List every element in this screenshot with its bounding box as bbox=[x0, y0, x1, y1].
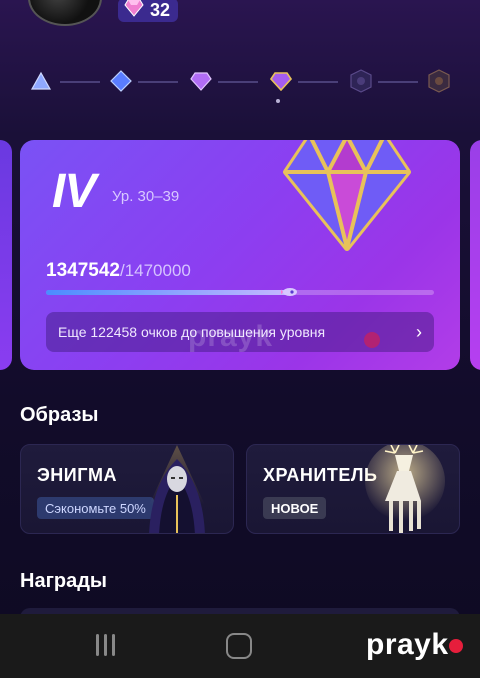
skin-card-enigma[interactable]: ЭНИГМА Сэкономьте 50% bbox=[20, 444, 234, 534]
avatar[interactable] bbox=[28, 0, 102, 26]
gem-icon bbox=[124, 0, 144, 22]
points-progress-bar bbox=[46, 288, 434, 296]
diamond-rank-icon bbox=[283, 140, 411, 251]
skins-title: Образы bbox=[20, 404, 99, 426]
brand-logo: prayk bbox=[366, 628, 449, 661]
watermark-dot bbox=[364, 332, 380, 348]
points-current: 1347542 bbox=[46, 260, 120, 281]
rank-title: IV bbox=[52, 165, 96, 218]
rocket-icon bbox=[281, 288, 298, 296]
home-button[interactable] bbox=[226, 633, 252, 659]
rank-progress-track bbox=[28, 68, 452, 103]
rank-ii-icon[interactable] bbox=[108, 68, 134, 94]
gem-count: 32 bbox=[150, 0, 171, 20]
watermark: prayk bbox=[188, 320, 274, 353]
skin-card-keeper[interactable]: ХРАНИТЕЛЬ НОВОЕ bbox=[246, 444, 460, 534]
new-badge: НОВОЕ bbox=[263, 497, 327, 519]
gem-count-badge[interactable]: 32 bbox=[118, 0, 179, 22]
points-progress-fill bbox=[46, 290, 296, 295]
skins-list: ЭНИГМА Сэкономьте 50% ХРАНИТЕЛЬ НОВОЕ bbox=[20, 444, 460, 534]
rank-iii-icon[interactable] bbox=[188, 68, 214, 94]
glowing-deer-icon bbox=[365, 445, 445, 533]
prev-rank-card[interactable] bbox=[0, 140, 12, 370]
recent-apps-button[interactable] bbox=[92, 634, 118, 656]
rewards-title: Награды bbox=[20, 570, 108, 592]
chevron-right-icon: › bbox=[416, 321, 422, 342]
rank-vi-icon[interactable] bbox=[426, 68, 452, 94]
skin-name: ЭНИГМА bbox=[37, 465, 117, 485]
current-rank-indicator bbox=[276, 99, 280, 103]
next-rank-card[interactable] bbox=[470, 140, 480, 370]
points-max: /1470000 bbox=[119, 261, 191, 280]
rank-iv-icon[interactable] bbox=[268, 68, 294, 94]
system-nav-bar: prayk bbox=[0, 614, 480, 678]
points-display: 1347542/1470000 bbox=[46, 260, 191, 282]
brand-logo-dot bbox=[449, 639, 463, 653]
level-range: Ур. 30–39 bbox=[112, 188, 180, 205]
rank-i-icon[interactable] bbox=[28, 68, 54, 94]
rank-v-icon[interactable] bbox=[348, 68, 374, 94]
masked-hooded-figure-icon bbox=[149, 445, 205, 533]
rank-card: IV Ур. 30–39 1347542/1470000 Еще 122458 … bbox=[20, 140, 460, 370]
